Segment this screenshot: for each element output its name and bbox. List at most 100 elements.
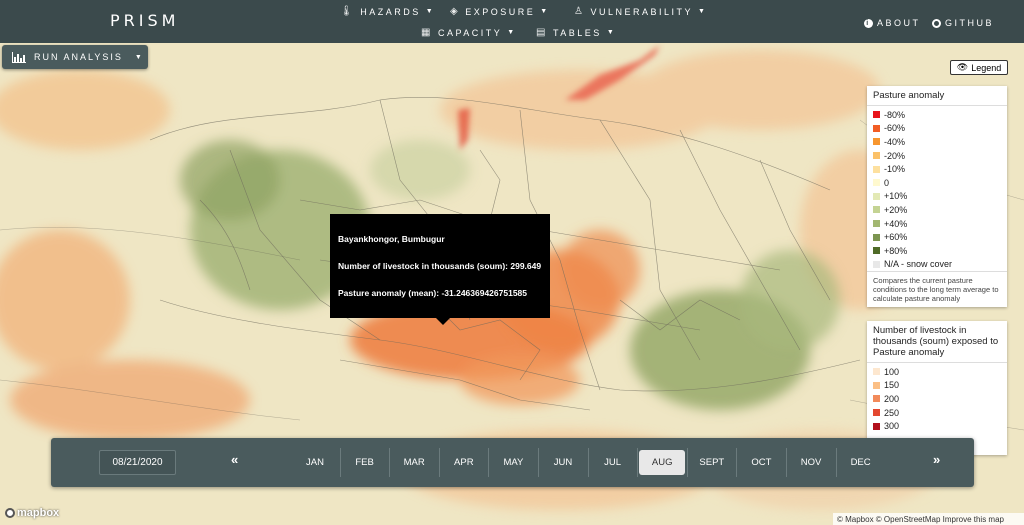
- caret-down-icon: ▼: [606, 29, 617, 36]
- nav-exposure-label: EXPOSURE: [465, 6, 536, 17]
- mapbox-logo[interactable]: mapbox: [5, 507, 59, 519]
- legend-pasture-item-label: N/A - snow cover: [884, 259, 953, 270]
- legend-livestock-item-label: 200: [884, 393, 900, 404]
- prev-arrow-icon[interactable]: «: [231, 452, 238, 467]
- legend-toggle-button[interactable]: 👁︎ Legend: [950, 60, 1008, 75]
- legend-livestock-item: 300: [867, 419, 1007, 433]
- caret-down-icon: ▼: [698, 8, 708, 15]
- github-icon: [932, 18, 941, 28]
- month-apr[interactable]: APR: [441, 450, 487, 475]
- caret-down-icon: ▼: [507, 29, 517, 36]
- legend-pasture-item: -20%: [867, 149, 1007, 163]
- legend-swatch: [873, 152, 880, 160]
- caret-down-icon: ▼: [540, 8, 550, 15]
- legend-pasture-item-label: +40%: [884, 218, 908, 229]
- legend-livestock-item-label: 250: [884, 407, 900, 418]
- map-tooltip: Bayankhongor, Bumbugur Number of livesto…: [330, 214, 550, 318]
- month-separator: [538, 448, 539, 477]
- month-jan[interactable]: JAN: [292, 450, 338, 475]
- nav-vulnerability[interactable]: ♙ VULNERABILITY ▼: [574, 6, 707, 17]
- legend-pasture-item: -40%: [867, 135, 1007, 149]
- legend-livestock-item-label: 150: [884, 380, 900, 391]
- legend-livestock-item-label: 300: [884, 421, 900, 432]
- legend-swatch: [873, 124, 880, 132]
- legend-pasture-item-label: +20%: [884, 204, 908, 215]
- info-icon: i: [864, 18, 873, 28]
- month-sept[interactable]: SEPT: [689, 450, 735, 475]
- legend-pasture-item: 0: [867, 176, 1007, 190]
- next-arrow-icon[interactable]: »: [933, 452, 940, 467]
- month-separator: [686, 448, 688, 477]
- month-aug[interactable]: AUG: [639, 450, 686, 475]
- month-separator: [339, 448, 341, 477]
- legend-livestock-item: 150: [867, 379, 1007, 393]
- month-separator: [438, 448, 440, 477]
- legend-pasture-item: +40%: [867, 217, 1007, 231]
- legend-swatch: [873, 206, 880, 214]
- legend-pasture-item-label: -80%: [884, 109, 906, 120]
- legend-swatch: [873, 395, 880, 403]
- month-separator: [835, 448, 837, 477]
- legend-livestock-title: Number of livestock in thousands (soum) …: [867, 321, 1007, 363]
- legend-pasture-anomaly: Pasture anomaly -80% -60% -40% -20% -10% 0 +10…: [867, 86, 1007, 308]
- run-analysis-label: RUN ANALYSIS: [34, 52, 123, 62]
- nav-exposure[interactable]: ◈ EXPOSURE ▼: [450, 6, 550, 17]
- caret-down-icon: ▼: [425, 8, 436, 15]
- nav-hazards[interactable]: 🌡︎ HAZARDS ▼: [340, 6, 435, 17]
- legend-pasture-item: +20%: [867, 203, 1007, 217]
- legend-swatch: [873, 179, 880, 187]
- legend-swatch: [873, 368, 880, 376]
- legend-swatch: [873, 220, 880, 228]
- legend-livestock-item: 200: [867, 392, 1007, 406]
- month-feb[interactable]: FEB: [342, 450, 388, 475]
- legend-pasture-item: -60%: [867, 122, 1007, 136]
- legend-pasture-item: +80%: [867, 244, 1007, 258]
- legend-swatch: [873, 165, 880, 173]
- legend-pasture-item-label: +80%: [884, 245, 908, 256]
- app-brand[interactable]: PRISM: [110, 11, 179, 30]
- month-mar[interactable]: MAR: [391, 450, 437, 475]
- thermometer-icon: 🌡︎: [340, 6, 356, 17]
- tooltip-anomaly: Pasture anomaly (mean): -31.246369426751…: [338, 288, 528, 298]
- month-dec[interactable]: DEC: [838, 450, 884, 475]
- legend-livestock: Number of livestock in thousands (soum) …: [867, 321, 1007, 455]
- legend-pasture-item: N/A - snow cover: [867, 258, 1007, 272]
- nav-about[interactable]: i ABOUT: [864, 18, 921, 28]
- caret-down-icon: ▼: [134, 53, 144, 61]
- legend-swatch: [873, 422, 880, 430]
- date-picker[interactable]: 08/21/2020: [99, 450, 176, 475]
- legend-swatch: [873, 111, 880, 119]
- legend-livestock-item-label: 100: [884, 366, 900, 377]
- month-oct[interactable]: OCT: [738, 450, 784, 475]
- legend-swatch: [873, 138, 880, 146]
- layers-icon: ◈: [450, 6, 461, 17]
- person-icon: ♙: [574, 6, 586, 17]
- legend-pasture-item-label: +10%: [884, 191, 908, 202]
- nav-capacity[interactable]: ▦ CAPACITY ▼: [421, 27, 517, 38]
- nav-github[interactable]: GITHUB: [932, 18, 994, 28]
- legend-toggle-label: Legend: [971, 62, 1002, 73]
- legend-livestock-item: 250: [867, 406, 1007, 420]
- legend-swatch: [873, 381, 880, 389]
- legend-pasture-item-label: -60%: [884, 123, 906, 134]
- month-nov[interactable]: NOV: [788, 450, 834, 475]
- legend-livestock-item: 100: [867, 365, 1007, 379]
- nav-tables[interactable]: ▤ TABLES ▼: [536, 27, 616, 38]
- month-separator: [587, 448, 589, 477]
- legend-pasture-item-label: -10%: [884, 164, 906, 175]
- legend-swatch: [873, 247, 880, 255]
- month-jun[interactable]: JUN: [540, 450, 586, 475]
- legend-swatch: [873, 233, 880, 241]
- map-attribution[interactable]: © Mapbox © OpenStreetMap Improve this ma…: [833, 513, 1024, 525]
- legend-pasture-item-label: +60%: [884, 232, 908, 243]
- run-analysis-button[interactable]: RUN ANALYSIS ▼: [2, 45, 148, 69]
- month-jul[interactable]: JUL: [590, 450, 636, 475]
- tooltip-livestock: Number of livestock in thousands (soum):…: [338, 261, 542, 271]
- month-separator: [786, 448, 787, 477]
- legend-pasture-item-label: -40%: [884, 136, 906, 147]
- nav-about-label: ABOUT: [877, 18, 921, 28]
- month-separator: [488, 448, 490, 477]
- legend-pasture-item: +60%: [867, 230, 1007, 244]
- month-may[interactable]: MAY: [490, 450, 536, 475]
- legend-pasture-item: -10%: [867, 162, 1007, 176]
